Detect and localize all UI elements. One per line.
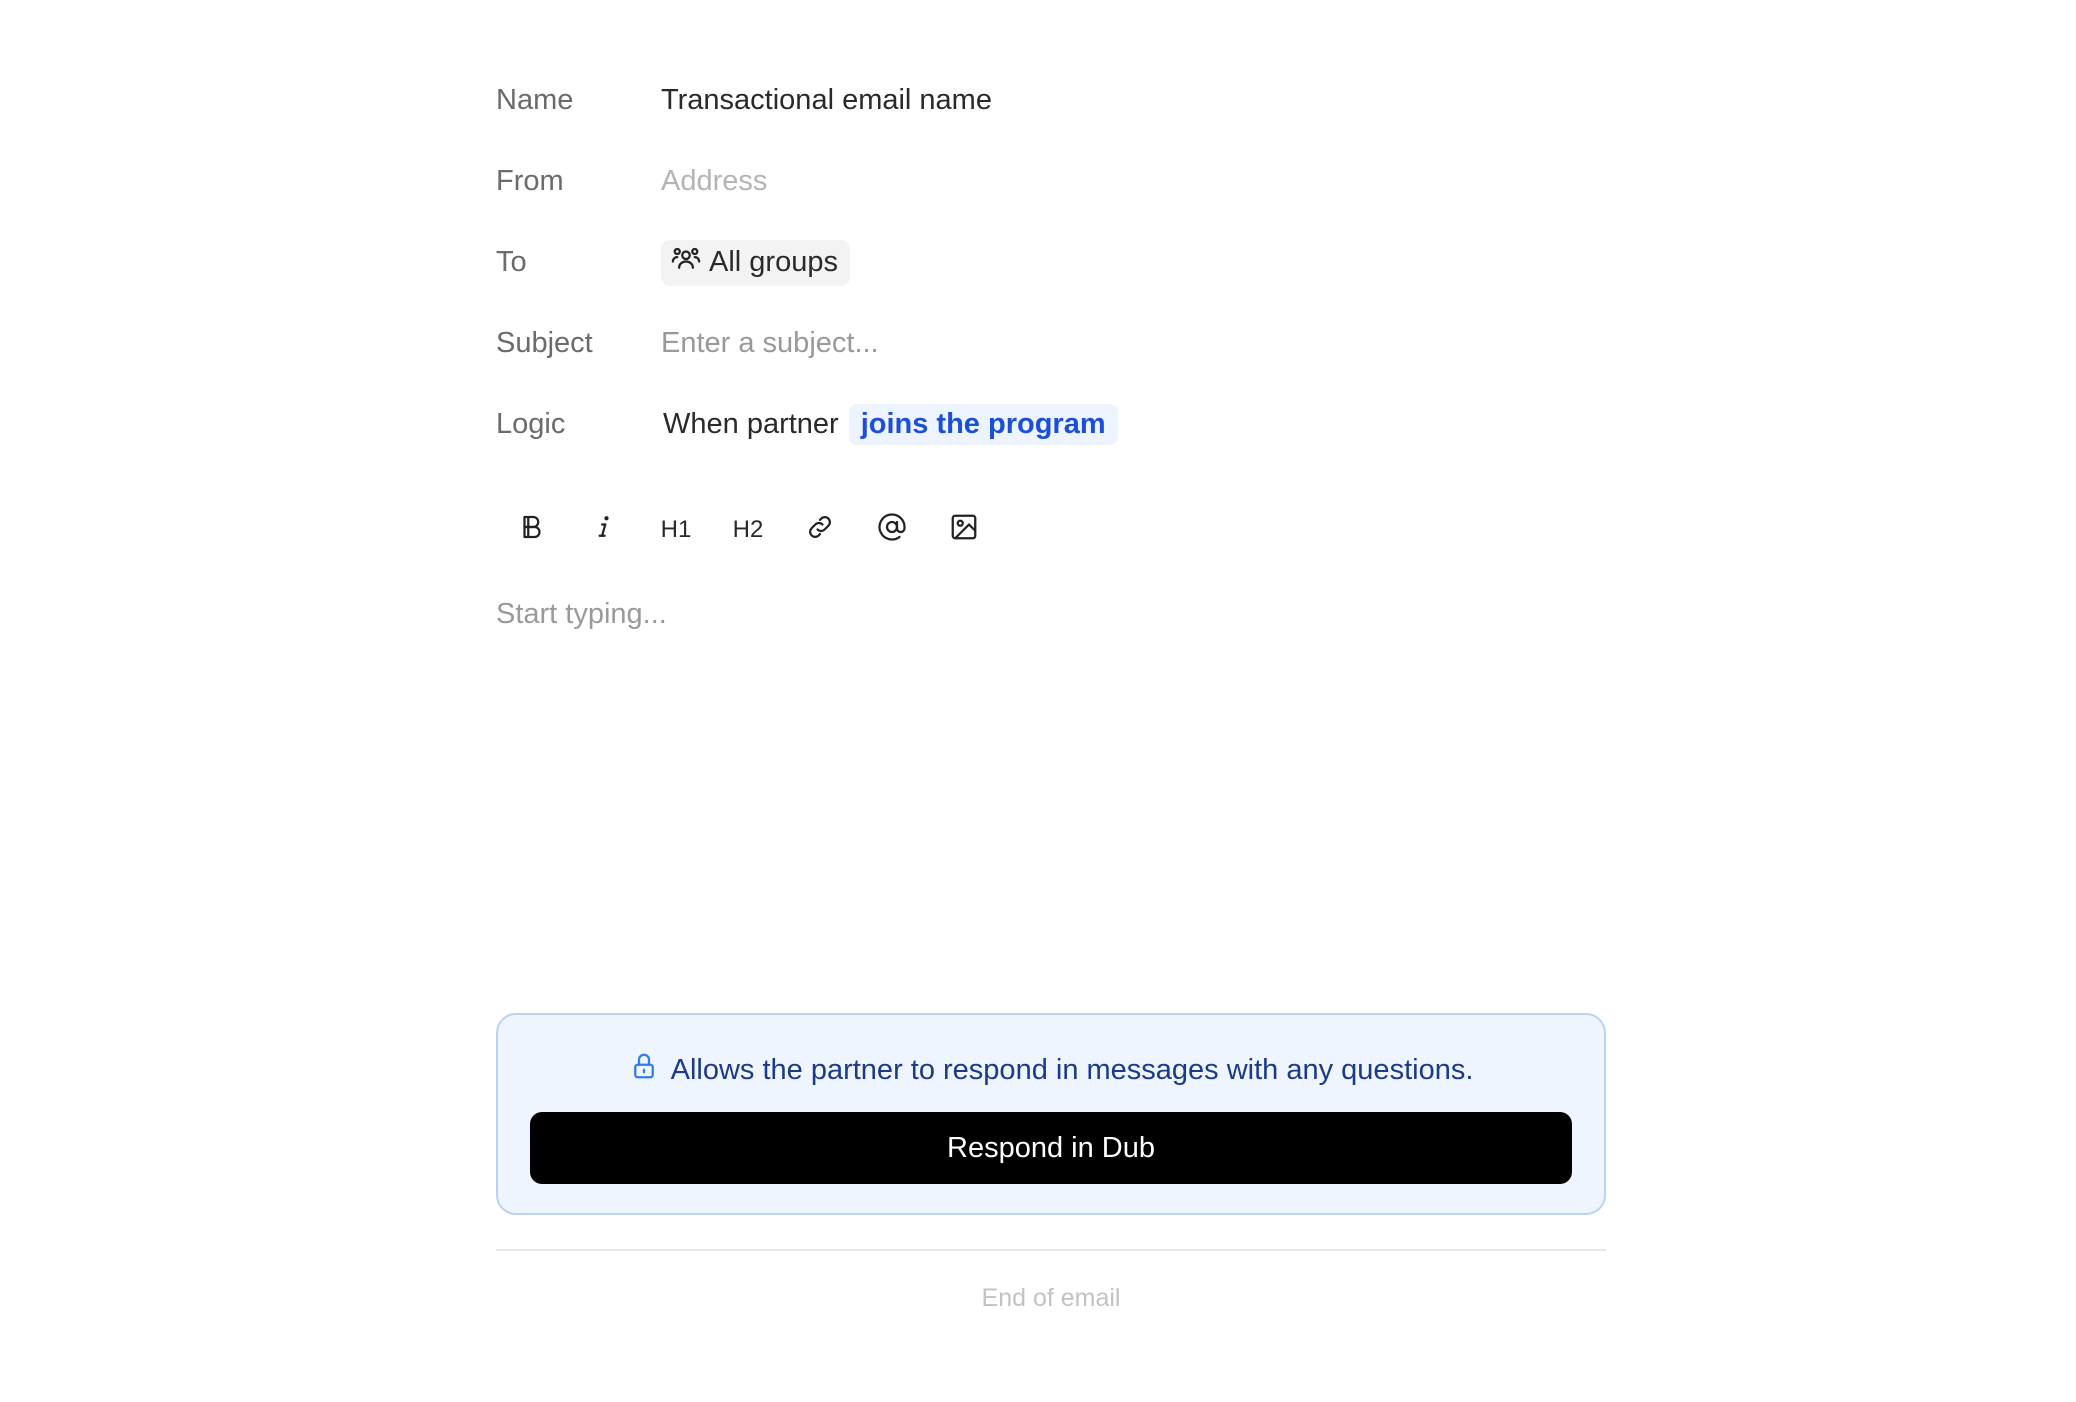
name-label: Name xyxy=(496,84,574,116)
from-field[interactable]: Address xyxy=(661,165,767,198)
formatting-toolbar: H1 H2 xyxy=(496,500,1000,560)
respond-in-dub-button[interactable]: Respond in Dub xyxy=(530,1112,1572,1184)
subject-field[interactable]: Enter a subject... xyxy=(661,327,879,360)
name-row: Name Transactional email name xyxy=(496,60,1608,141)
mention-button[interactable] xyxy=(856,500,928,560)
link-icon xyxy=(805,512,835,549)
to-groups-chip[interactable]: All groups xyxy=(661,239,850,286)
bold-button[interactable] xyxy=(496,500,568,560)
users-group-icon xyxy=(671,244,701,282)
bold-icon xyxy=(517,512,547,549)
name-field[interactable]: Transactional email name xyxy=(661,84,992,117)
logic-trigger-chip[interactable]: joins the program xyxy=(848,404,1118,445)
respond-message: Allows the partner to respond in message… xyxy=(670,1053,1474,1086)
respond-message-row: Allows the partner to respond in message… xyxy=(498,1051,1604,1089)
respond-info-box: Allows the partner to respond in message… xyxy=(496,1013,1606,1215)
from-label: From xyxy=(496,165,564,197)
email-form: Name Transactional email name From Addre… xyxy=(496,60,1608,465)
logic-prefix: When partner xyxy=(663,408,839,440)
lock-icon xyxy=(629,1051,659,1089)
end-of-email-label: End of email xyxy=(981,1284,1121,1312)
to-groups-label: All groups xyxy=(709,246,838,278)
italic-button[interactable] xyxy=(568,500,640,560)
email-editor-page: Name Transactional email name From Addre… xyxy=(0,0,2076,1402)
logic-label: Logic xyxy=(496,408,566,440)
italic-icon xyxy=(589,512,619,549)
to-label: To xyxy=(496,246,527,278)
h1-button[interactable]: H1 xyxy=(640,500,712,560)
image-icon xyxy=(949,512,979,549)
image-button[interactable] xyxy=(928,500,1000,560)
link-button[interactable] xyxy=(784,500,856,560)
email-body-editor[interactable]: Start typing... xyxy=(496,598,667,631)
subject-row: Subject Enter a subject... xyxy=(496,303,1608,384)
divider xyxy=(496,1249,1606,1251)
to-row: To All groups xyxy=(496,222,1608,303)
subject-label: Subject xyxy=(496,327,593,359)
from-row: From Address xyxy=(496,141,1608,222)
at-icon xyxy=(877,512,907,549)
logic-row: Logic When partner joins the program xyxy=(496,384,1608,465)
h2-button[interactable]: H2 xyxy=(712,500,784,560)
